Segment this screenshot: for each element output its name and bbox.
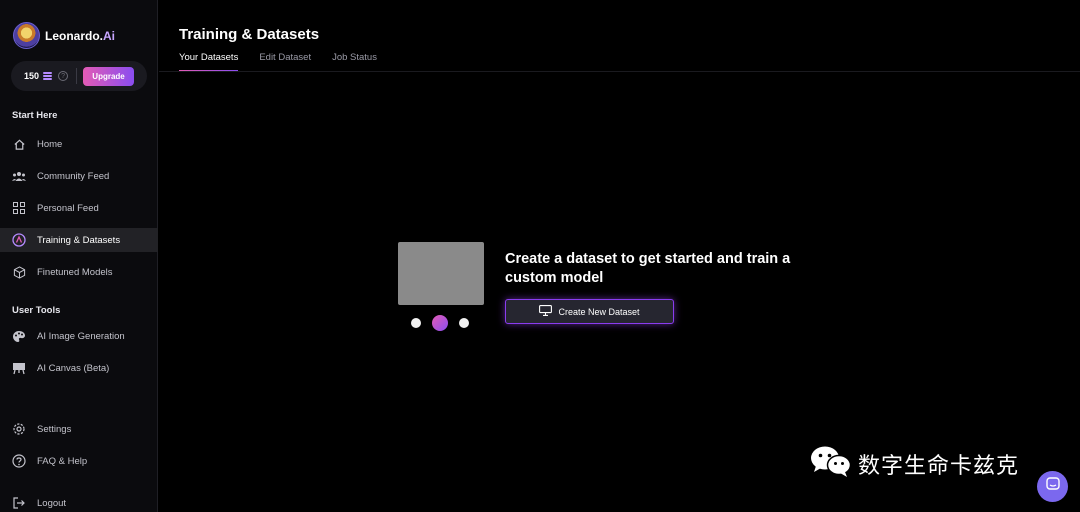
training-icon [12,233,26,247]
watermark: 数字生命卡兹克 [810,444,1019,483]
sidebar-item-label: Finetuned Models [37,266,113,278]
sidebar-item-label: FAQ & Help [37,455,88,467]
carousel-dot[interactable] [459,318,469,328]
sidebar: Leonardo.Ai 150 ? Upgrade Start Here Hom… [0,0,158,512]
tab-edit-dataset[interactable]: Edit Dataset [259,52,311,72]
create-new-dataset-label: Create New Dataset [558,306,640,317]
support-chat-button[interactable] [1037,471,1068,502]
tab-your-datasets[interactable]: Your Datasets [179,52,239,72]
carousel-dot[interactable] [411,318,421,328]
sidebar-item-label: Community Feed [37,170,110,182]
brand[interactable]: Leonardo.Ai [13,22,115,49]
tab-bar: Your Datasets Edit Dataset Job Status [179,52,398,72]
credits-pill: 150 ? Upgrade [11,61,147,91]
sidebar-item-label: Settings [37,423,72,435]
sidebar-item-label: Logout [37,497,67,509]
home-icon [12,137,26,151]
sidebar-item-ai-canvas[interactable]: AI Canvas (Beta) [0,356,158,380]
create-new-dataset-button[interactable]: Create New Dataset [505,299,674,324]
logout-icon [12,496,26,510]
sidebar-item-label: Training & Datasets [37,234,121,246]
sidebar-item-settings[interactable]: Settings [0,417,158,441]
credits-help-icon[interactable]: ? [58,71,69,81]
credits-divider [76,68,78,84]
gear-icon [12,422,26,436]
sidebar-item-label: Home [37,138,63,150]
grid-icon [12,201,26,215]
page-title: Training & Datasets [179,26,320,43]
sidebar-item-label: Personal Feed [37,202,99,214]
sidebar-item-faq-help[interactable]: FAQ & Help [0,449,158,473]
community-icon [12,169,26,183]
token-icon [43,71,53,81]
section-title-start-here: Start Here [12,110,58,121]
carousel-dots [411,315,471,331]
header-divider [159,71,1080,72]
easel-icon [12,361,26,375]
sidebar-item-ai-image-generation[interactable]: AI Image Generation [0,324,158,348]
monitor-icon [539,305,553,318]
empty-state-heading: Create a dataset to get started and trai… [505,251,791,286]
upgrade-button[interactable]: Upgrade [83,66,135,86]
sidebar-item-training-datasets[interactable]: Training & Datasets [0,228,158,252]
tab-job-status[interactable]: Job Status [332,52,377,72]
leonardo-logo [13,22,40,49]
wechat-icon [810,444,852,483]
sidebar-item-logout[interactable]: Logout [0,491,158,512]
cube-icon [12,265,26,279]
sidebar-item-finetuned-models[interactable]: Finetuned Models [0,260,158,284]
brand-name: Leonardo.Ai [45,28,116,43]
carousel-dot-active[interactable] [432,315,448,331]
watermark-text: 数字生命卡兹克 [858,453,1020,479]
sidebar-item-label: AI Image Generation [37,330,125,342]
sidebar-item-community-feed[interactable]: Community Feed [0,164,158,188]
sidebar-item-label: AI Canvas (Beta) [37,362,110,374]
sidebar-item-home[interactable]: Home [0,132,158,156]
sidebar-item-personal-feed[interactable]: Personal Feed [0,196,158,220]
dataset-preview-placeholder [398,242,484,305]
section-title-user-tools: User Tools [12,305,61,316]
credit-count: 150 [24,71,40,81]
palette-icon [12,329,26,343]
help-icon [12,454,26,468]
chat-icon [1045,477,1060,496]
